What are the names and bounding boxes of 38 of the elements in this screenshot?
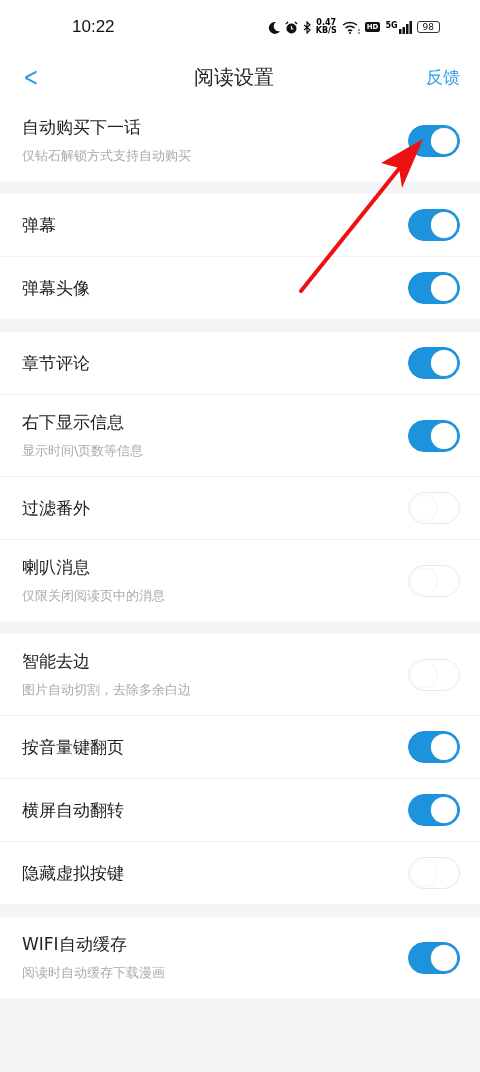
signal-icon xyxy=(398,20,412,34)
setting-label: 按音量键翻页 xyxy=(22,735,124,759)
alarm-icon xyxy=(284,20,298,34)
feedback-button[interactable]: 反馈 xyxy=(426,65,460,89)
bluetooth-icon xyxy=(302,20,311,34)
toggle-switch[interactable] xyxy=(408,272,460,304)
setting-label: 弹幕头像 xyxy=(22,276,90,300)
back-button[interactable]: < xyxy=(23,62,39,92)
network-speed: 0.47 xyxy=(316,19,337,27)
wifi-icon xyxy=(341,20,360,34)
setting-label: 右下显示信息 xyxy=(22,411,125,434)
page-title: 阅读设置 xyxy=(193,63,274,91)
setting-label: 弹幕 xyxy=(22,213,56,237)
toggle-switch[interactable] xyxy=(408,731,460,763)
setting-hint: 显示时间\页数等信息 xyxy=(22,442,144,460)
toggle-switch[interactable] xyxy=(408,419,460,452)
setting-label: 章节评论 xyxy=(22,351,90,375)
setting-label: WIFI自动缓存 xyxy=(22,933,128,956)
setting-label: 智能去边 xyxy=(22,650,91,673)
toggle-switch[interactable] xyxy=(408,124,460,157)
setting-label: 喇叭消息 xyxy=(22,556,91,579)
speed-unit: KB/S xyxy=(315,27,337,35)
toggle-switch[interactable] xyxy=(408,941,460,974)
setting-hint: 图片自动切割，去除多余白边 xyxy=(22,681,191,699)
battery-indicator: 98 xyxy=(416,21,440,33)
network-type: 5G xyxy=(385,20,398,30)
setting-hint: 仅限关闭阅读页中的消息 xyxy=(22,587,165,605)
toggle-switch[interactable] xyxy=(408,794,460,826)
setting-label: 横屏自动翻转 xyxy=(22,798,124,822)
toggle-switch[interactable] xyxy=(408,347,460,379)
status-time: 10:22 xyxy=(72,17,115,37)
setting-hint: 阅读时自动缓存下载漫画 xyxy=(22,964,165,982)
toggle-switch[interactable] xyxy=(408,209,460,241)
setting-label: 过滤番外 xyxy=(22,496,90,520)
setting-hint: 仅钻石解锁方式支持自动购买 xyxy=(22,147,191,165)
moon-icon xyxy=(267,20,280,34)
setting-label: 自动购买下一话 xyxy=(22,116,142,139)
setting-label: 隐藏虚拟按键 xyxy=(22,861,124,885)
